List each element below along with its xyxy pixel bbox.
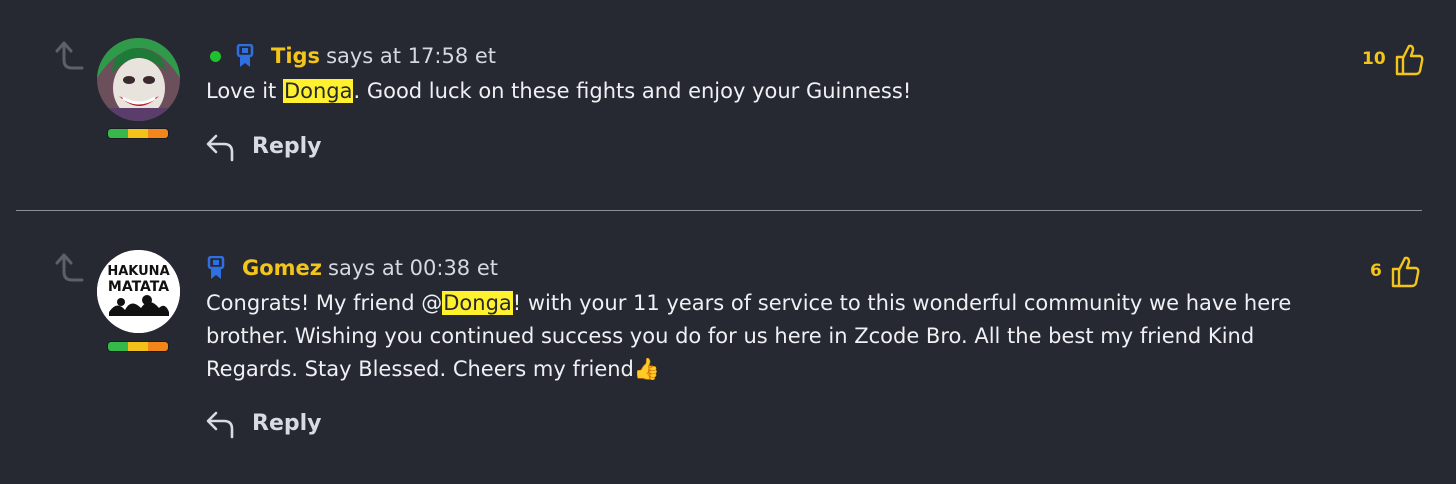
comment-timestamp: says at 00:38 et [328, 256, 498, 280]
comment-item: Tigs says at 17:58 et Love it Donga. Goo… [0, 0, 1456, 211]
ribbon-badge-icon [207, 256, 225, 279]
mention-highlight[interactable]: Donga [282, 79, 354, 103]
thumbs-up-icon [1391, 256, 1420, 288]
mention-highlight[interactable]: Donga [442, 291, 513, 315]
reply-icon [206, 411, 234, 439]
avatar[interactable]: HAKUNA MATATA [97, 250, 180, 333]
like-button[interactable]: 10 [1362, 42, 1424, 76]
username-link[interactable]: Gomez [242, 256, 322, 280]
ribbon-badge-icon [236, 44, 254, 67]
comment-timestamp: says at 17:58 et [326, 44, 497, 68]
reply-arrow-icon [55, 253, 84, 282]
joker-avatar-icon [97, 38, 180, 121]
comment-header: Gomez says at 00:38 et [207, 253, 498, 283]
comment-header: Tigs says at 17:58 et [210, 41, 496, 71]
thumbs-up-icon [1395, 44, 1424, 76]
like-count: 10 [1362, 49, 1386, 69]
online-status-icon [210, 50, 221, 62]
reply-label: Reply [252, 133, 322, 159]
reply-arrow-icon [55, 41, 84, 70]
hakuna-matata-avatar-icon: HAKUNA MATATA [97, 250, 180, 333]
username-link[interactable]: Tigs [271, 44, 320, 68]
comment-item: HAKUNA MATATA Gomez says at 00:38 et Con… [0, 212, 1456, 484]
rank-bar [108, 342, 168, 351]
reply-button[interactable]: Reply [204, 407, 322, 439]
comment-text: Congrats! My friend @Donga! with your 11… [206, 291, 1292, 381]
reply-label: Reply [252, 410, 322, 436]
svg-text:MATATA: MATATA [108, 279, 169, 295]
reply-button[interactable]: Reply [204, 130, 322, 162]
comment-text: Love it Donga. Good luck on these fights… [206, 79, 912, 103]
svg-text:HAKUNA: HAKUNA [107, 264, 169, 279]
like-count: 6 [1370, 261, 1382, 281]
reply-icon [206, 134, 234, 162]
like-button[interactable]: 6 [1370, 254, 1420, 288]
rank-bar [108, 129, 168, 138]
comment-divider [16, 210, 1422, 211]
avatar[interactable] [97, 38, 180, 121]
